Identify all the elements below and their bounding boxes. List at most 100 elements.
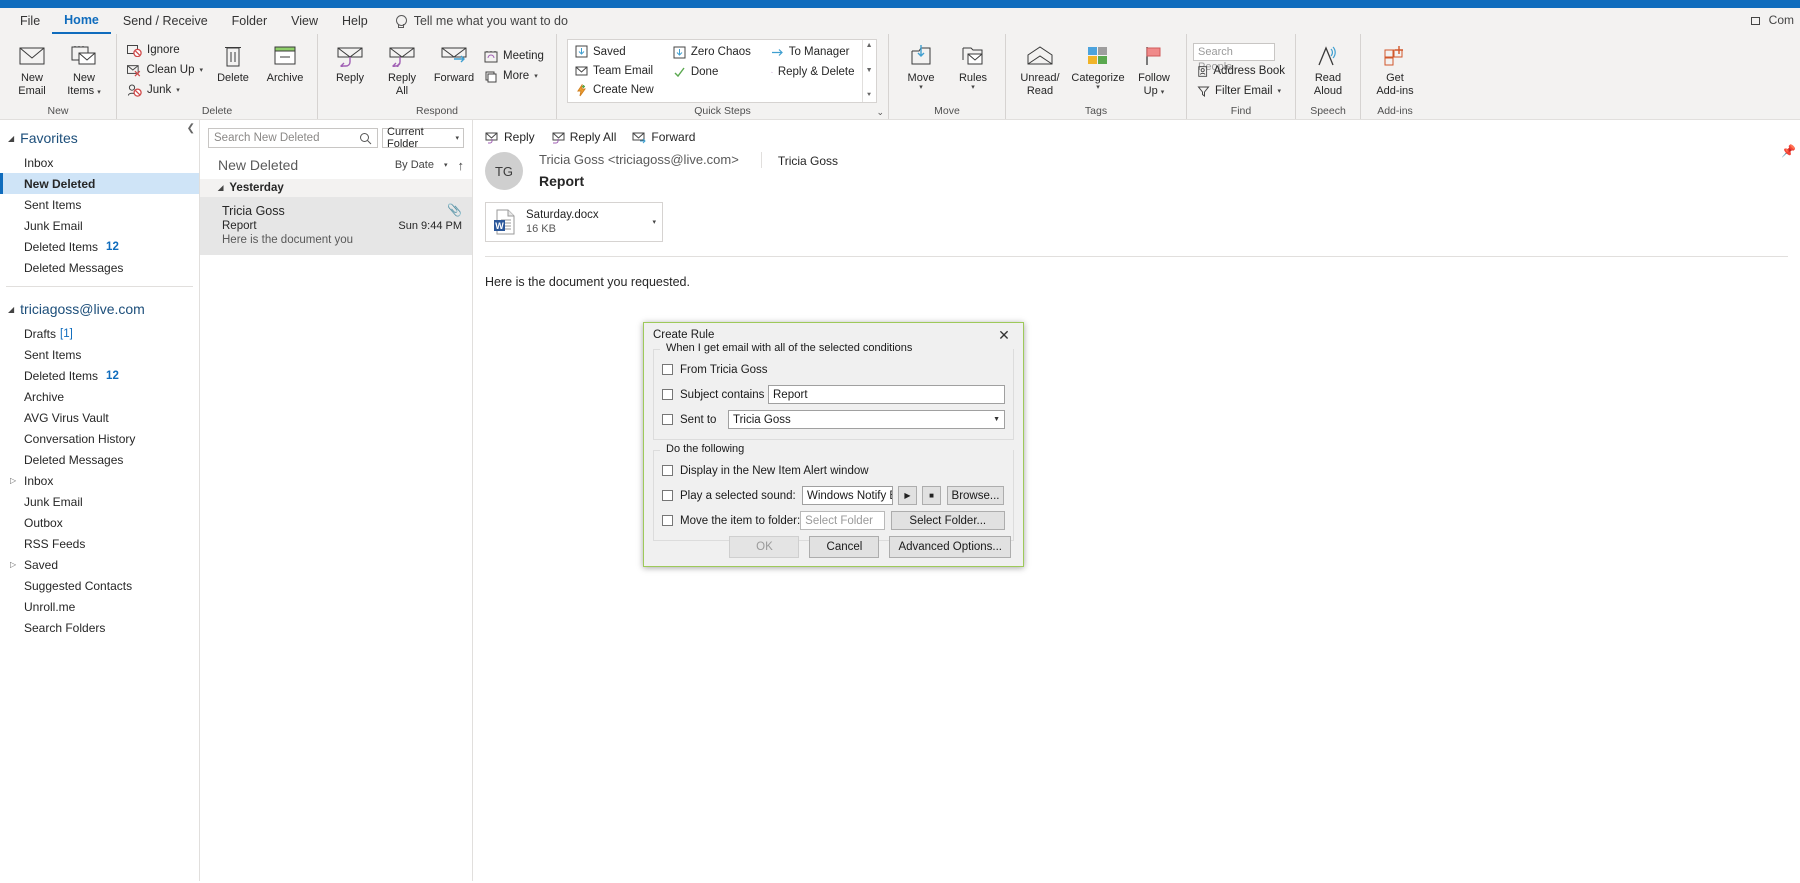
sidebar-item-search-folders[interactable]: Search Folders [0, 617, 199, 638]
sidebar-item-conversation-history[interactable]: Conversation History [0, 428, 199, 449]
tell-me-search[interactable]: Tell me what you want to do [394, 14, 568, 28]
categorize-button[interactable]: Categorize ▾ [1068, 38, 1128, 91]
filter-email-button[interactable]: Filter Email ▾ [1193, 81, 1289, 101]
quick-step-to-manager[interactable]: To Manager [768, 42, 858, 62]
cancel-button[interactable]: Cancel [809, 536, 880, 558]
sidebar-item-deleted-messages[interactable]: Deleted Messages [0, 257, 199, 278]
ok-button[interactable]: OK [729, 536, 800, 558]
address-book-button[interactable]: Address Book [1193, 61, 1289, 81]
delete-button[interactable]: Delete [207, 38, 259, 84]
action-move-checkbox[interactable] [662, 515, 673, 526]
quick-step-done[interactable]: Done [670, 62, 760, 82]
sidebar-item-outbox[interactable]: Outbox [0, 512, 199, 533]
meeting-button[interactable]: Meeting [480, 46, 550, 66]
tab-folder[interactable]: Folder [220, 10, 279, 33]
chevron-right-icon[interactable]: ▷ [10, 476, 16, 485]
contact-card-name[interactable]: Tricia Goss [760, 152, 838, 168]
sidebar-item-archive[interactable]: Archive [0, 386, 199, 407]
sidebar-item-account-inbox[interactable]: ▷ Inbox [0, 470, 199, 491]
quick-steps-dialog-launcher[interactable]: ⌄ [876, 107, 884, 118]
window-right-controls[interactable]: Com [1750, 13, 1794, 27]
sidebar-item-unroll-me[interactable]: Unroll.me [0, 596, 199, 617]
attachment-chip[interactable]: W Saturday.docx 16 KB ▾ [485, 202, 663, 242]
archive-button[interactable]: Archive [259, 38, 311, 84]
tab-file[interactable]: File [8, 10, 52, 33]
rules-button[interactable]: Rules ▾ [947, 38, 999, 91]
ignore-button[interactable]: Ignore [123, 40, 207, 60]
play-icon[interactable]: ▶ [898, 486, 917, 505]
reading-forward-button[interactable]: Forward [632, 130, 695, 144]
sidebar-item-new-deleted[interactable]: New Deleted [0, 173, 199, 194]
new-items-button[interactable]: New Items ▾ [58, 38, 110, 97]
quick-step-saved[interactable]: Saved [572, 42, 662, 61]
chevron-right-icon[interactable]: ▷ [10, 560, 16, 569]
reading-reply-all-button[interactable]: Reply All [551, 130, 616, 144]
tab-view[interactable]: View [279, 10, 330, 33]
sidebar-item-account-deleted-items[interactable]: Deleted Items 12 [0, 365, 199, 386]
more-button[interactable]: More ▾ [480, 66, 550, 86]
junk-caret[interactable]: ▾ [176, 87, 180, 94]
more-caret[interactable]: ▾ [534, 73, 538, 80]
tab-help[interactable]: Help [330, 10, 380, 33]
stop-icon[interactable]: ■ [922, 486, 941, 505]
reply-button[interactable]: Reply [324, 38, 376, 84]
quick-step-zero-chaos[interactable]: Zero Chaos [670, 42, 760, 62]
reading-reply-button[interactable]: Reply [485, 130, 535, 144]
sort-direction-icon[interactable]: ↑ [458, 158, 465, 173]
sidebar-item-suggested-contacts[interactable]: Suggested Contacts [0, 575, 199, 596]
clean-up-button[interactable]: Clean Up ▾ [123, 60, 207, 80]
condition-subject-input[interactable]: Report [768, 385, 1005, 404]
scroll-up-icon[interactable]: ▲ [866, 42, 873, 49]
move-button[interactable]: Move ▾ [895, 38, 947, 91]
sidebar-item-account-sent-items[interactable]: Sent Items [0, 344, 199, 365]
sidebar-item-account-deleted-messages[interactable]: Deleted Messages [0, 449, 199, 470]
condition-from-checkbox[interactable] [662, 364, 673, 375]
search-scope-dropdown[interactable]: Current Folder ▾ [382, 126, 464, 150]
junk-button[interactable]: Junk ▾ [123, 80, 207, 100]
account-header[interactable]: ◢ triciagoss@live.com [0, 295, 199, 323]
sidebar-item-sent-items[interactable]: Sent Items [0, 194, 199, 215]
sort-controls[interactable]: By Date ▾ ↑ [395, 158, 464, 173]
filter-email-caret[interactable]: ▾ [1278, 88, 1282, 95]
tab-send-receive[interactable]: Send / Receive [111, 10, 220, 33]
action-sound-checkbox[interactable] [662, 490, 673, 501]
read-aloud-button[interactable]: Read Aloud [1302, 38, 1354, 97]
move-caret[interactable]: ▾ [919, 84, 923, 91]
favorites-header[interactable]: ◢ Favorites [0, 124, 199, 152]
condition-sentto-checkbox[interactable] [662, 414, 673, 425]
forward-button[interactable]: Forward [428, 38, 480, 84]
advanced-options-button[interactable]: Advanced Options... [889, 536, 1011, 558]
quick-step-create-new[interactable]: Create New [572, 81, 662, 100]
quick-step-team-email[interactable]: Team Email [572, 61, 662, 80]
get-addins-button[interactable]: Get Add-ins [1367, 38, 1423, 97]
sidebar-item-inbox[interactable]: Inbox [0, 152, 199, 173]
reply-all-button[interactable]: Reply All [376, 38, 428, 97]
close-icon[interactable]: ✕ [989, 324, 1019, 346]
search-people-input[interactable]: Search People [1193, 43, 1275, 73]
sidebar-item-deleted-items[interactable]: Deleted Items 12 [0, 236, 199, 257]
quick-step-reply-delete[interactable]: Reply & Delete [768, 62, 858, 82]
message-list-item[interactable]: 📎 Tricia Goss Report Sun 9:44 PM Here is… [200, 197, 472, 255]
sidebar-item-junk-email[interactable]: Junk Email [0, 215, 199, 236]
collapse-sidebar-icon[interactable]: ❮ [187, 123, 195, 134]
condition-subject-checkbox[interactable] [662, 389, 673, 400]
clean-up-caret[interactable]: ▾ [199, 67, 203, 74]
pin-icon[interactable]: 📌 [1781, 144, 1796, 158]
sidebar-item-avg-virus-vault[interactable]: AVG Virus Vault [0, 407, 199, 428]
search-input[interactable]: Search New Deleted [208, 128, 378, 148]
quick-steps-scrollbar[interactable]: ▲ ▼ ⯆ [861, 40, 876, 102]
scroll-down-icon[interactable]: ▼ [866, 67, 873, 74]
sidebar-item-rss-feeds[interactable]: RSS Feeds [0, 533, 199, 554]
sidebar-item-account-junk-email[interactable]: Junk Email [0, 491, 199, 512]
follow-up-button[interactable]: Follow Up ▾ [1128, 38, 1180, 97]
new-email-button[interactable]: New Email [6, 38, 58, 97]
condition-sentto-combo[interactable]: Tricia Goss ▼ [728, 410, 1005, 429]
sidebar-item-drafts[interactable]: Drafts [1] [0, 323, 199, 344]
action-sound-input[interactable]: Windows Notify Em [802, 486, 893, 505]
unread-read-button[interactable]: Unread/ Read [1012, 38, 1068, 97]
browse-button[interactable]: Browse... [947, 486, 1004, 505]
date-group-header[interactable]: ◢ Yesterday [200, 179, 472, 197]
rules-caret[interactable]: ▾ [971, 84, 975, 91]
categorize-caret[interactable]: ▾ [1096, 84, 1100, 91]
sidebar-item-saved[interactable]: ▷ Saved [0, 554, 199, 575]
